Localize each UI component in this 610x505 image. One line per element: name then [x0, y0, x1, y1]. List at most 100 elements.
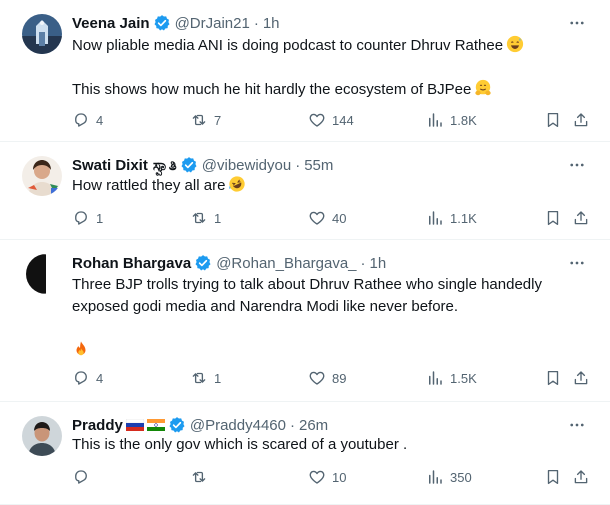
- share-icon: [572, 111, 590, 129]
- views-chart-icon: [426, 468, 444, 486]
- tweet[interactable]: Rohan Bhargava @Rohan_Bhargava_ · 1h Thr…: [0, 240, 610, 402]
- share-icon: [572, 209, 590, 227]
- retweet-count: 1: [214, 370, 222, 386]
- action-bar: 10 350: [72, 467, 597, 487]
- tweet-text-line: exposed godi media and Narendra Modi lik…: [72, 298, 459, 315]
- action-bar: 1 1 40 1.1K: [72, 208, 597, 228]
- reply-count: 4: [96, 112, 104, 128]
- retweet-count: 1: [214, 210, 222, 226]
- reply-button[interactable]: [72, 467, 96, 487]
- india-flag-icon: [146, 419, 165, 431]
- grinning-sweat-emoji-icon: [506, 35, 524, 53]
- more-options-icon[interactable]: [568, 156, 586, 174]
- avatar[interactable]: [22, 156, 62, 196]
- more-options-icon[interactable]: [568, 254, 586, 272]
- tweet-text: How rattled they all are: [72, 175, 580, 197]
- heart-icon: [308, 111, 326, 129]
- author-name-kannada[interactable]: ಸ್ವಾತಿ: [153, 157, 177, 174]
- bookmark-button[interactable]: [544, 110, 562, 130]
- share-button[interactable]: [572, 467, 590, 487]
- author-name[interactable]: Praddy: [72, 417, 123, 434]
- author-handle[interactable]: @vibewidyou: [202, 157, 291, 174]
- like-count: 144: [332, 112, 354, 128]
- author-handle[interactable]: @DrJain21: [175, 15, 250, 32]
- share-button[interactable]: [572, 110, 590, 130]
- retweet-button[interactable]: 1: [190, 208, 221, 228]
- author-name[interactable]: Swati Dixit: [72, 157, 148, 174]
- tweet-text-line: Three BJP trolls trying to talk about Dh…: [72, 276, 542, 293]
- like-button[interactable]: 10: [308, 467, 346, 487]
- separator-dot: ·: [253, 14, 259, 32]
- action-bar: 4 1 89 1.5K: [72, 368, 597, 388]
- view-count: 1.5K: [450, 370, 477, 386]
- separator-dot: ·: [360, 254, 366, 272]
- reply-button[interactable]: 4: [72, 110, 103, 130]
- tweet-text-line: This is the only gov which is scared of …: [72, 436, 408, 453]
- tweet-header: Rohan Bhargava @Rohan_Bhargava_ · 1h: [72, 252, 560, 274]
- share-button[interactable]: [572, 368, 590, 388]
- tweet-text: Three BJP trolls trying to talk about Dh…: [72, 274, 580, 362]
- author-handle[interactable]: @Praddy4460: [190, 417, 286, 434]
- bookmark-button[interactable]: [544, 208, 562, 228]
- like-count: 10: [332, 469, 347, 485]
- tweet[interactable]: Swati Dixit ಸ್ವಾತಿ @vibewidyou · 55m How…: [0, 142, 610, 240]
- tweet-header: Veena Jain @DrJain21 · 1h: [72, 12, 560, 34]
- reply-count: 4: [96, 370, 104, 386]
- retweet-button[interactable]: 7: [190, 110, 221, 130]
- bookmark-icon: [544, 111, 562, 129]
- tweet[interactable]: Veena Jain @DrJain21 · 1h Now pliable me…: [0, 0, 610, 142]
- author-name[interactable]: Rohan Bhargava: [72, 255, 191, 272]
- tweet-text-line: Now pliable media ANI is doing podcast t…: [72, 37, 504, 54]
- avatar[interactable]: [22, 14, 62, 54]
- separator-dot: ·: [295, 156, 301, 174]
- view-count: 350: [450, 469, 472, 485]
- more-options-icon[interactable]: [568, 416, 586, 434]
- timestamp[interactable]: 1h: [370, 255, 387, 272]
- views-button[interactable]: 1.8K: [426, 110, 477, 130]
- avatar[interactable]: [22, 416, 62, 456]
- tweet-header: Swati Dixit ಸ್ವಾತಿ @vibewidyou · 55m: [72, 154, 560, 176]
- views-button[interactable]: 1.5K: [426, 368, 477, 388]
- retweet-icon: [190, 111, 208, 129]
- retweet-count: 7: [214, 112, 222, 128]
- like-button[interactable]: 89: [308, 368, 346, 388]
- rolling-laughing-emoji-icon: [228, 175, 246, 193]
- retweet-button[interactable]: [190, 467, 214, 487]
- share-button[interactable]: [572, 208, 590, 228]
- timestamp[interactable]: 26m: [299, 417, 328, 434]
- view-count: 1.1K: [450, 210, 477, 226]
- more-options-icon[interactable]: [568, 14, 586, 32]
- like-count: 89: [332, 370, 347, 386]
- share-icon: [572, 468, 590, 486]
- tweet-feed: Veena Jain @DrJain21 · 1h Now pliable me…: [0, 0, 610, 505]
- heart-icon: [308, 369, 326, 387]
- retweet-icon: [190, 369, 208, 387]
- timestamp[interactable]: 55m: [304, 157, 333, 174]
- author-name[interactable]: Veena Jain: [72, 15, 150, 32]
- bookmark-button[interactable]: [544, 467, 562, 487]
- reply-button[interactable]: 1: [72, 208, 103, 228]
- avatar[interactable]: [22, 254, 62, 294]
- reply-icon: [72, 209, 90, 227]
- russia-flag-icon: [125, 419, 144, 431]
- reply-count: 1: [96, 210, 104, 226]
- views-button[interactable]: 350: [426, 467, 472, 487]
- verified-badge-icon: [153, 14, 171, 32]
- tweet[interactable]: Praddy @Praddy4460 · 26m This is the onl…: [0, 402, 610, 505]
- action-bar: 4 7 144 1.8K: [72, 110, 597, 130]
- views-chart-icon: [426, 209, 444, 227]
- share-icon: [572, 369, 590, 387]
- reply-icon: [72, 468, 90, 486]
- like-button[interactable]: 144: [308, 110, 354, 130]
- timestamp[interactable]: 1h: [263, 15, 280, 32]
- tweet-text: This is the only gov which is scared of …: [72, 434, 580, 456]
- tweet-text-line: This shows how much he hit hardly the ec…: [72, 81, 472, 98]
- reply-button[interactable]: 4: [72, 368, 103, 388]
- retweet-button[interactable]: 1: [190, 368, 221, 388]
- view-count: 1.8K: [450, 112, 477, 128]
- like-button[interactable]: 40: [308, 208, 346, 228]
- views-button[interactable]: 1.1K: [426, 208, 477, 228]
- bookmark-button[interactable]: [544, 368, 562, 388]
- author-handle[interactable]: @Rohan_Bhargava_: [216, 255, 356, 272]
